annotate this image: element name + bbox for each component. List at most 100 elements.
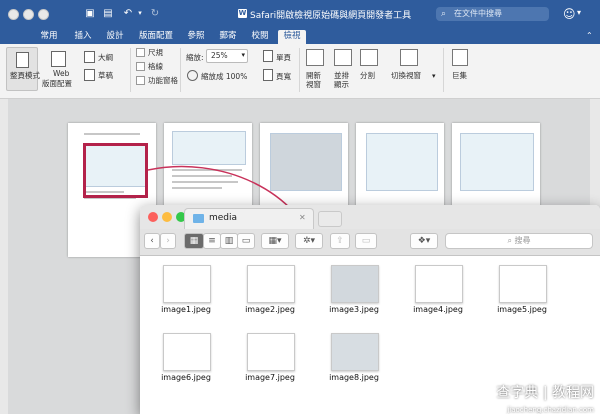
ruler-checkbox[interactable] — [136, 48, 145, 57]
search-icon: ⌕ — [507, 236, 515, 245]
file-name-8[interactable]: image8.jpeg — [314, 373, 394, 382]
undo-dropdown-icon[interactable]: ▾ — [134, 8, 146, 19]
switch-windows-icon — [400, 49, 418, 66]
zoom-value: 25% — [211, 51, 228, 60]
gridlines-checkbox[interactable] — [136, 62, 145, 71]
new-window-label-2: 視窗 — [306, 80, 321, 89]
tab-view[interactable]: 檢視 — [278, 30, 306, 44]
new-tab-button[interactable] — [318, 211, 342, 227]
feedback-dropdown-icon[interactable]: ▾ — [577, 8, 581, 17]
page-width-button[interactable]: 頁寬 — [276, 71, 291, 82]
gridlines-label: 格線 — [148, 62, 163, 71]
arrange-menu-button[interactable]: ▦▾ — [261, 233, 289, 249]
list-view-button[interactable]: ≡ — [203, 233, 221, 249]
print-layout-label: 整頁模式 — [10, 71, 40, 80]
chevron-down-icon[interactable]: ▾ — [432, 72, 436, 80]
split-icon — [360, 49, 378, 66]
file-name-4[interactable]: image4.jpeg — [398, 305, 478, 314]
share-button[interactable]: ⇪ — [330, 233, 350, 249]
finder-tab-media[interactable]: media ✕ — [184, 208, 314, 229]
column-view-button[interactable]: ▥ — [220, 233, 238, 249]
word-doc-icon: W — [238, 9, 247, 18]
file-name-2[interactable]: image2.jpeg — [230, 305, 310, 314]
tab-home[interactable]: 常用 — [36, 30, 62, 44]
file-thumbnail-3[interactable] — [331, 265, 379, 303]
watermark-text: 查字典 | 教程网 — [496, 385, 594, 401]
zoom-100-button[interactable]: 縮放成 100% — [201, 71, 247, 82]
search-icon: ⌕ — [441, 9, 447, 19]
tab-insert[interactable]: 插入 — [70, 30, 96, 44]
finder-minimize-button[interactable] — [162, 212, 172, 222]
zoom-label: 縮放: — [186, 53, 204, 62]
file-name-7[interactable]: image7.jpeg — [230, 373, 310, 382]
macros-button[interactable]: 巨集 — [452, 70, 467, 81]
smiley-icon[interactable]: ☺ — [563, 7, 576, 21]
chevron-down-icon: ▾ — [241, 51, 245, 59]
left-margin — [0, 99, 8, 414]
tab-mailings[interactable]: 郵寄 — [215, 30, 241, 44]
sidebar-icon[interactable]: ▣ — [84, 8, 96, 19]
one-page-button[interactable]: 單頁 — [276, 52, 291, 63]
search-placeholder: 在文件中搜尋 — [454, 9, 502, 18]
split-button[interactable]: 分割 — [360, 70, 375, 81]
nav-pane-label: 功能窗格 — [148, 76, 178, 85]
tab-layout[interactable]: 版面配置 — [133, 30, 179, 44]
folder-icon — [193, 214, 204, 223]
file-name-5[interactable]: image5.jpeg — [482, 305, 562, 314]
finder-search-input[interactable]: ⌕ 搜尋 — [445, 233, 593, 249]
finder-close-button[interactable] — [148, 212, 158, 222]
tab-review[interactable]: 校閱 — [247, 30, 273, 44]
save-icon[interactable]: ▤ — [102, 8, 114, 19]
ribbon-divider — [443, 48, 444, 92]
folder-name: media — [209, 213, 238, 223]
file-thumbnail-1[interactable] — [163, 265, 211, 303]
minimize-window-button[interactable] — [23, 9, 34, 20]
print-layout-button[interactable]: 整頁模式 — [6, 47, 40, 91]
ribbon-divider — [130, 48, 131, 92]
nav-pane-checkbox[interactable] — [136, 76, 145, 85]
web-layout-label-2: 版面配置 — [42, 79, 72, 88]
tab-references[interactable]: 參照 — [183, 30, 209, 44]
zoom-select[interactable]: 25% ▾ — [206, 49, 248, 63]
cover-flow-button[interactable]: ▭ — [237, 233, 255, 249]
outline-button[interactable]: 大綱 — [98, 52, 113, 63]
web-layout-button[interactable]: Web 版面配置 — [42, 47, 74, 89]
file-name-3[interactable]: image3.jpeg — [314, 305, 394, 314]
arrange-all-label-2: 顯示 — [334, 80, 349, 89]
draft-button[interactable]: 草稿 — [98, 70, 113, 81]
action-gear-button[interactable]: ✲▾ — [295, 233, 323, 249]
file-thumbnail-2[interactable] — [247, 265, 295, 303]
forward-button[interactable]: › — [160, 233, 176, 249]
web-layout-label-1: Web — [53, 69, 70, 78]
undo-icon[interactable]: ↶ — [122, 8, 134, 19]
tab-design[interactable]: 設計 — [102, 30, 128, 44]
file-thumbnail-5[interactable] — [499, 265, 547, 303]
macros-icon — [452, 49, 468, 66]
ribbon-divider — [180, 48, 181, 92]
outline-icon — [84, 51, 95, 63]
document-search-input[interactable]: ⌕ 在文件中搜尋 — [436, 7, 549, 21]
file-thumbnail-7[interactable] — [247, 333, 295, 371]
page-width-icon — [263, 69, 273, 81]
edit-tags-button[interactable]: ▭ — [355, 233, 377, 249]
ruler-label: 尺規 — [148, 48, 163, 57]
web-layout-icon — [51, 51, 66, 67]
zoom-100-icon — [187, 70, 198, 81]
tab-close-icon[interactable]: ✕ — [299, 213, 306, 222]
ribbon-collapse-icon[interactable]: ⌃ — [586, 31, 593, 40]
watermark-url: jiaocheng.chazidian.com — [507, 406, 594, 414]
zoom-window-button[interactable] — [38, 9, 49, 20]
file-thumbnail-8[interactable] — [331, 333, 379, 371]
redo-icon[interactable]: ↻ — [149, 8, 161, 19]
page-layout-icon — [16, 52, 29, 68]
back-button[interactable]: ‹ — [144, 233, 160, 249]
icon-view-button[interactable]: ▦ — [184, 233, 204, 249]
file-name-1[interactable]: image1.jpeg — [146, 305, 226, 314]
new-window-icon — [306, 49, 324, 66]
switch-windows-button[interactable]: 切換視窗 — [391, 70, 421, 81]
dropbox-button[interactable]: ❖▾ — [410, 233, 438, 249]
file-thumbnail-6[interactable] — [163, 333, 211, 371]
file-thumbnail-4[interactable] — [415, 265, 463, 303]
close-window-button[interactable] — [8, 9, 19, 20]
file-name-6[interactable]: image6.jpeg — [146, 373, 226, 382]
